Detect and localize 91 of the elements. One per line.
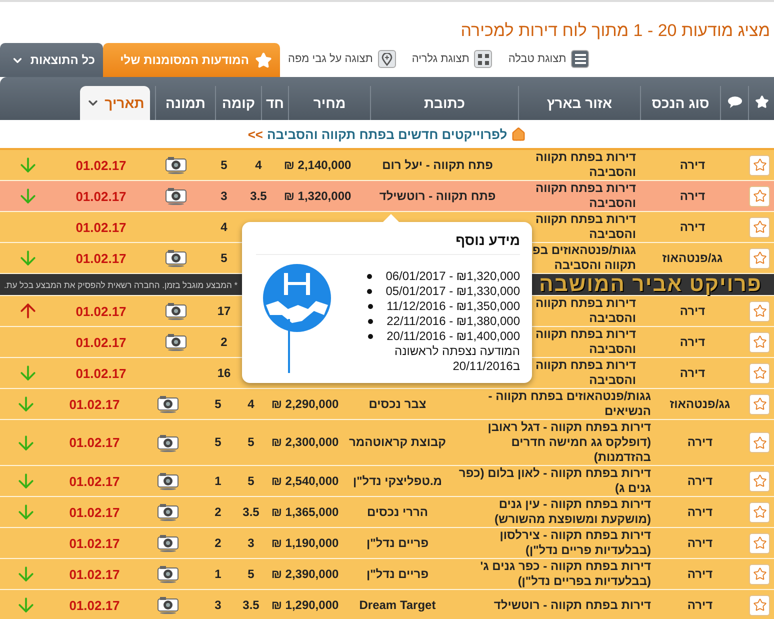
address-text: צבר נכסים xyxy=(368,396,428,412)
floor-text: 2 xyxy=(214,504,222,520)
date-text: 01.02.17 xyxy=(74,304,128,318)
popup-title: מידע נוסף xyxy=(256,232,520,255)
date-text: 01.02.17 xyxy=(74,188,128,204)
floor-text: 1 xyxy=(214,474,222,488)
area-text: דירות בפתח תקווה - עין גנים (מושקעת ומשופצת מהשורש) xyxy=(494,497,652,527)
price-text: 2,140,000 ₪ xyxy=(282,158,352,172)
area-text: דירות בפתח תקווה והסביבה xyxy=(534,150,637,180)
rooms-text: 3 xyxy=(246,536,256,550)
rooms-text: 3.5 xyxy=(249,188,268,204)
area-text: דירות בפתח תקווה והסביבה xyxy=(534,212,637,242)
floor-text: 5 xyxy=(214,396,222,412)
floor-text: 4 xyxy=(220,220,228,234)
area-text: דירות בפתח תקווה - רוטשילד xyxy=(492,598,652,612)
property-type: דירה xyxy=(678,220,706,234)
area-text: דירות בפתח תקווה - דגל ראובן (דופלקס גג חמישה חדרים בהזדמנות) xyxy=(486,420,652,465)
price-history-text: 22/11/2016 - ₪1,380,000 xyxy=(386,314,520,329)
date-text: 01.02.17 xyxy=(68,474,121,488)
property-type: דירה xyxy=(686,566,714,582)
property-type: דירה xyxy=(678,334,706,350)
property-type: גג/פנטהאוז xyxy=(668,396,732,412)
floor-text: 5 xyxy=(214,435,222,450)
price-text: 1,190,000 ₪ xyxy=(270,536,340,550)
area-text: גגות/פנטהאוזים בפ תקווה והסביבה xyxy=(532,243,637,273)
area-text: דירות בפתח תקווה - לאון בלום (כפר גנים ג) xyxy=(458,466,652,496)
floor-text: 16 xyxy=(216,366,232,380)
property-type: דירה xyxy=(686,536,714,550)
price-text: 2,300,000 ₪ xyxy=(270,435,340,450)
date-text: 01.02.17 xyxy=(68,598,121,612)
floor-text: 2 xyxy=(214,536,222,550)
area-text: דירות בפתח תקווה - כפר גנים ג' (בבלעדיות בפריים נדל"ן) xyxy=(479,559,652,589)
floor-text: 2 xyxy=(220,334,228,350)
date-text: 01.02.17 xyxy=(68,435,121,450)
date-text: 01.02.17 xyxy=(74,250,128,266)
property-type: דירה xyxy=(678,366,706,380)
floor-text: 3 xyxy=(214,598,222,612)
floor-text: 1 xyxy=(214,566,222,582)
property-type: דירה xyxy=(686,474,714,488)
date-text: 01.02.17 xyxy=(68,566,121,582)
rooms-text: 4 xyxy=(254,158,263,172)
price-text: 1,320,000 ₪ xyxy=(282,188,352,204)
address-text: Dream Target xyxy=(358,598,437,612)
address-text: פתח תקווה - רוטשילד xyxy=(378,188,497,204)
address-text: פתח תקווה - יעל רום xyxy=(381,158,494,172)
property-type: דירה xyxy=(686,435,714,450)
date-text: 01.02.17 xyxy=(74,366,128,380)
floor-text: 5 xyxy=(220,158,228,172)
banner-note: * המבצע מוגבל בזמן. החברה רשאית להפסיק את המבצע בכל עת. xyxy=(4,280,238,290)
date-text: 01.02.17 xyxy=(68,504,121,520)
results-title: מציג מודעות 20 - 1 מתוך לוח דירות למכירה xyxy=(460,21,770,41)
rooms-text: 4 xyxy=(246,396,256,412)
property-type: דירה xyxy=(678,304,706,318)
property-type: דירה xyxy=(678,158,706,172)
double-arrow-text: >> xyxy=(248,126,264,142)
rooms-text: 5 xyxy=(246,435,256,450)
floor-text: 3 xyxy=(220,188,228,204)
rooms-text: 5 xyxy=(246,474,256,488)
address-text: קבוצת קראוטהמר xyxy=(348,435,447,450)
property-type: דירה xyxy=(686,504,714,520)
date-text: 01.02.17 xyxy=(74,220,128,234)
price-text: 1,365,000 ₪ xyxy=(270,504,340,520)
floor-text: 5 xyxy=(220,250,228,266)
date-text: 01.02.17 xyxy=(68,536,121,550)
address-text: פריים נדל"ן xyxy=(365,536,430,550)
rooms-text: 3.5 xyxy=(242,598,260,612)
floor-text: 17 xyxy=(216,304,232,318)
date-text: 01.02.17 xyxy=(68,396,121,412)
address-text: פריים נדל"ן xyxy=(365,566,430,582)
date-text: 01.02.17 xyxy=(74,334,128,350)
first-seen-text: המודעה נצפתה לראשונה ב20/11/2016 xyxy=(393,344,520,374)
price-text: 2,390,000 ₪ xyxy=(270,566,340,582)
property-type: גג/פנטהאוז xyxy=(661,250,724,266)
price-history-text: 06/01/2017 - ₪1,320,000 xyxy=(386,269,520,284)
price-history-text: 11/12/2016 - ₪1,350,000 xyxy=(386,299,520,314)
rooms-text: 3.5 xyxy=(242,504,260,520)
price-text: 2,290,000 ₪ xyxy=(270,396,340,412)
price-history-text: 20/11/2016 - ₪1,400,000 xyxy=(386,329,520,344)
property-type: דירה xyxy=(678,188,706,204)
rooms-text: 5 xyxy=(246,566,256,582)
banner-title: פרויקט אביר המושבה xyxy=(539,272,762,296)
price-history-text: 05/01/2017 - ₪1,330,000 xyxy=(386,284,520,299)
address-text: מ.טפליצקי נדל"ן xyxy=(352,474,444,488)
property-type: דירה xyxy=(686,598,714,612)
address-text: הררי נכסים xyxy=(366,504,430,520)
price-text: 2,540,000 ₪ xyxy=(270,474,340,488)
price-text: 1,290,000 ₪ xyxy=(270,598,340,612)
area-text: דירות בפתח תקווה - צירלסון (בבלעדיות פריים נדל"ן) xyxy=(498,528,652,558)
area-text: גגות/פנטהאוזים בפתח תקווה - הנשיאים xyxy=(487,389,652,419)
area-text: דירות בפתח תקווה והסביבה xyxy=(534,181,637,211)
date-text: 01.02.17 xyxy=(74,158,128,172)
